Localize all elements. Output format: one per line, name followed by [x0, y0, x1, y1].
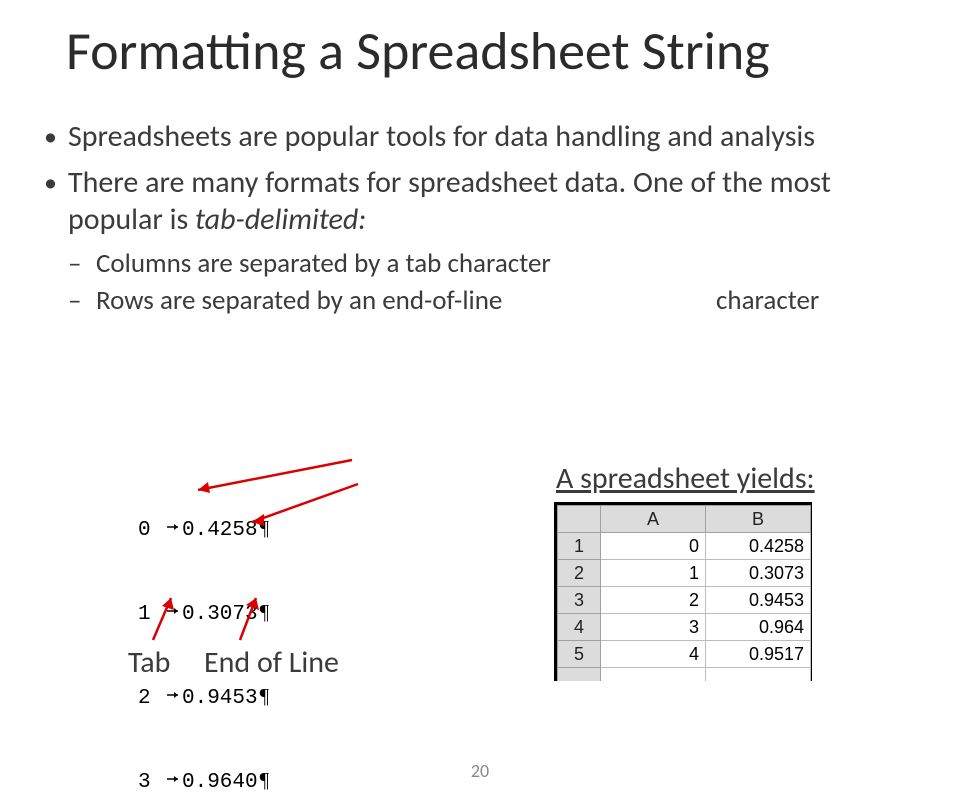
row-index: 2: [138, 685, 160, 713]
tab-row: 2 0.9453¶: [138, 682, 269, 710]
bullet-list: Spreadsheets are popular tools for data …: [44, 118, 894, 322]
cell: 0.9453: [706, 587, 811, 614]
page-number: 20: [0, 760, 960, 782]
bullet-2-text: There are many formats for spreadsheet d…: [68, 164, 831, 239]
row-value: 0.9453: [182, 685, 258, 713]
sheet-corner: [558, 506, 601, 533]
table-row: 540.9517: [558, 641, 811, 668]
pilcrow-icon: ¶: [260, 598, 270, 626]
cell: 0.3073: [706, 560, 811, 587]
cell: 0.9517: [706, 641, 811, 668]
table-row-cut: [558, 668, 811, 682]
sub-bullet-1: Columns are separated by a tab character: [68, 247, 894, 281]
row-header: 1: [558, 533, 601, 560]
bullet-1: Spreadsheets are popular tools for data …: [44, 118, 894, 156]
sub-bullet-2b: character: [716, 284, 819, 318]
bullet-2: There are many formats for spreadsheet d…: [44, 164, 894, 239]
table-row: 100.4258: [558, 533, 811, 560]
bullet-2-italic: tab-delimited:: [195, 201, 366, 238]
row-value: 0.4258: [182, 517, 258, 545]
sub-bullet-2a: Rows are separated by an end-of-line: [96, 284, 502, 317]
row-header: 4: [558, 614, 601, 641]
tab-char-icon: [166, 599, 180, 627]
yields-label: A spreadsheet yields:: [556, 460, 815, 497]
cell: 4: [601, 641, 706, 668]
cell: 0: [601, 533, 706, 560]
tab-char-icon: [166, 515, 180, 543]
tab-label: Tab: [128, 644, 170, 681]
cell: 2: [601, 587, 706, 614]
tab-char-icon: [166, 683, 180, 711]
row-header: 3: [558, 587, 601, 614]
cell: 0.964: [706, 614, 811, 641]
pilcrow-icon: ¶: [260, 514, 270, 542]
row-index: 1: [138, 601, 160, 629]
row-header: 5: [558, 641, 601, 668]
cell: 0.4258: [706, 533, 811, 560]
row-value: 0.3073: [182, 601, 258, 629]
tab-row: 0 0.4258¶: [138, 514, 269, 542]
sub-bullet-2: Rows are separated by an end-of-line cha…: [68, 284, 894, 318]
table-row: 320.9453: [558, 587, 811, 614]
col-b-header: B: [706, 506, 811, 533]
spreadsheet-table: A B 100.4258 210.3073 320.9453 430.964 5…: [557, 505, 811, 681]
cell: 3: [601, 614, 706, 641]
spreadsheet-figure: A B 100.4258 210.3073 320.9453 430.964 5…: [554, 502, 812, 681]
col-a-header: A: [601, 506, 706, 533]
table-row: 430.964: [558, 614, 811, 641]
table-row: 210.3073: [558, 560, 811, 587]
slide-title: Formatting a Spreadsheet String: [66, 18, 770, 84]
tab-delimited-figure: 00.4258¶ 10.3073¶ 20.9453¶ 30.9640¶ 40.9…: [138, 458, 269, 796]
pilcrow-icon: ¶: [260, 682, 270, 710]
cell: 1: [601, 560, 706, 587]
row-index: 0: [138, 517, 160, 545]
eol-label: End of Line: [204, 644, 339, 681]
tab-row: 1 0.3073¶: [138, 598, 269, 626]
row-header: 2: [558, 560, 601, 587]
